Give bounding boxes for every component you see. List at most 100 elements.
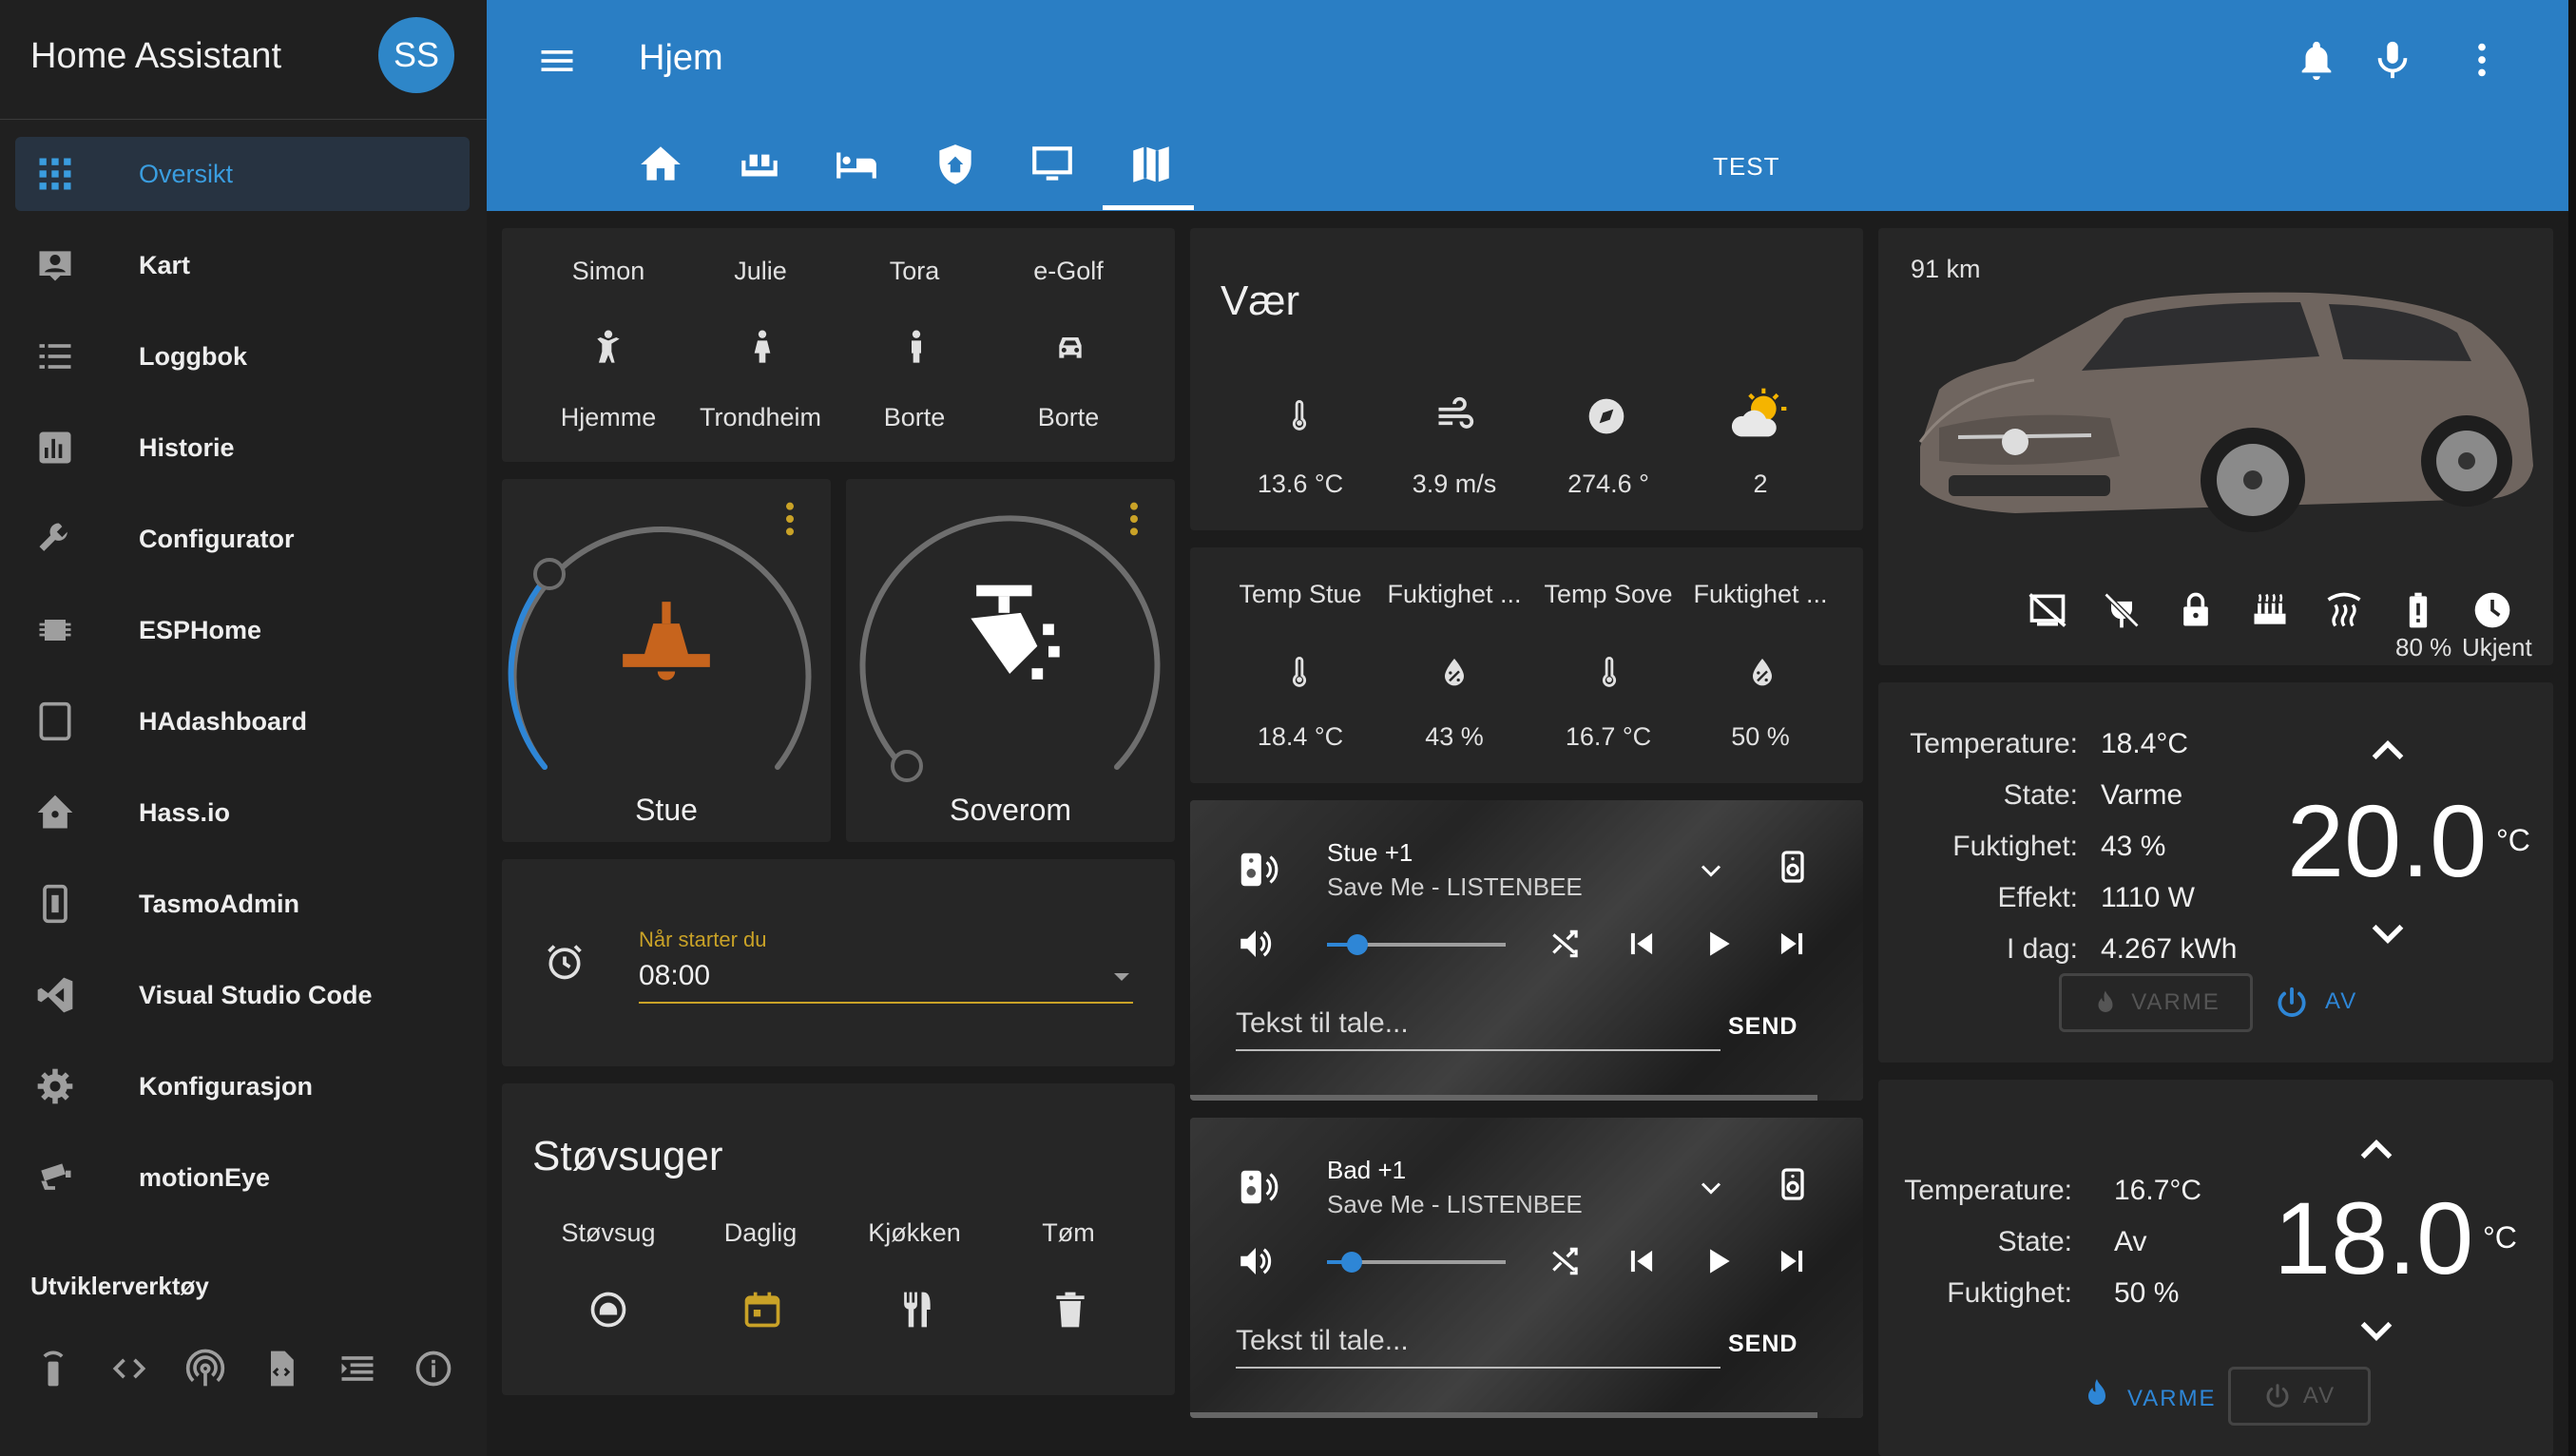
- light-name: Soverom: [949, 793, 1072, 827]
- format-list-icon[interactable]: [336, 1348, 378, 1389]
- thermostat-labels: Temperature: State: Fuktighet:: [1904, 1165, 2072, 1319]
- tab-bed-icon[interactable]: [833, 141, 880, 188]
- off-button[interactable]: AV: [2325, 988, 2357, 1015]
- chevron-down-icon[interactable]: [2367, 916, 2409, 950]
- app-title: Home Assistant: [30, 36, 281, 76]
- sidebar-item-tasmoadmin[interactable]: TasmoAdmin: [15, 867, 470, 941]
- weather-title: Vær: [1221, 278, 1300, 324]
- silverware-icon[interactable]: [895, 1289, 937, 1331]
- person-state: Borte: [1037, 403, 1100, 431]
- speaker-group-icon[interactable]: [1774, 1165, 1812, 1203]
- car-status: Ukjent: [2462, 633, 2532, 661]
- sidebar-item-oversikt[interactable]: Oversikt: [15, 137, 470, 211]
- developer-tools-title: Utviklerverktøy: [30, 1272, 209, 1300]
- chevron-down-icon[interactable]: [2355, 1313, 2397, 1348]
- attr-label: Fuktighet:: [1952, 831, 2078, 862]
- skip-previous-icon[interactable]: [1624, 926, 1660, 962]
- sidebar-item-hadashboard[interactable]: HAdashboard: [15, 684, 470, 758]
- shuffle-icon[interactable]: [1548, 926, 1584, 962]
- menu-icon[interactable]: [536, 40, 578, 82]
- volume-icon[interactable]: [1236, 924, 1276, 964]
- heat-mode-button[interactable]: VARME: [2127, 1386, 2217, 1412]
- broadcast-icon[interactable]: [184, 1348, 226, 1389]
- sidebar-item-vscode[interactable]: Visual Studio Code: [15, 958, 470, 1032]
- play-icon[interactable]: [1700, 1243, 1736, 1279]
- sidebar-item-label: Hass.io: [139, 797, 231, 827]
- tab-monitor-icon[interactable]: [1028, 141, 1076, 188]
- skip-previous-icon[interactable]: [1624, 1243, 1660, 1279]
- person-icon[interactable]: [743, 325, 781, 369]
- alarm-label: Når starter du: [639, 928, 767, 951]
- dial-handle[interactable]: [533, 558, 566, 590]
- tablet-icon: [39, 701, 71, 741]
- volume-knob[interactable]: [1346, 934, 1368, 955]
- tts-input[interactable]: Tekst til tale...: [1236, 1325, 1409, 1357]
- tab-test[interactable]: TEST: [1713, 152, 1779, 182]
- water-percent-icon[interactable]: [1435, 652, 1473, 694]
- chevron-down-icon[interactable]: [1694, 1171, 1728, 1205]
- volume-icon[interactable]: [1236, 1241, 1276, 1281]
- send-button[interactable]: SEND: [1728, 1331, 1797, 1358]
- tab-map-icon[interactable]: [1127, 141, 1175, 188]
- more-vertical-icon[interactable]: [783, 500, 797, 538]
- tab-sofa-icon[interactable]: [736, 141, 783, 188]
- spotlight-icon[interactable]: [949, 574, 1082, 707]
- skip-next-icon[interactable]: [1774, 926, 1810, 962]
- speaker-icon: [1240, 1170, 1278, 1204]
- water-percent-icon[interactable]: [1743, 652, 1781, 694]
- heat-mode-button[interactable]: VARME: [2059, 973, 2253, 1032]
- avatar[interactable]: SS: [378, 17, 454, 93]
- chevron-down-icon[interactable]: [1694, 853, 1728, 888]
- setpoint: 18.0: [2274, 1180, 2474, 1295]
- sidebar-item-configurator[interactable]: Configurator: [15, 502, 470, 576]
- player-name: Bad +1: [1327, 1156, 1407, 1184]
- tab-shield-home-icon[interactable]: [932, 141, 979, 188]
- sidebar-item-esphome[interactable]: ESPHome: [15, 593, 470, 667]
- sidebar-item-motioneye[interactable]: motionEye: [15, 1140, 470, 1215]
- file-code-icon[interactable]: [260, 1348, 302, 1389]
- sidebar-item-hassio[interactable]: Hass.io: [15, 776, 470, 850]
- person-icon[interactable]: [897, 325, 935, 369]
- ev-station-off-icon: [2028, 593, 2067, 627]
- thermostat-card: Temperature: State: Fuktighet: 16.7°C Av…: [1878, 1080, 2553, 1456]
- send-button[interactable]: SEND: [1728, 1013, 1797, 1041]
- fire-icon[interactable]: [2080, 1376, 2114, 1410]
- sidebar-item-historie[interactable]: Historie: [15, 411, 470, 485]
- sidebar-item-loggbok[interactable]: Loggbok: [15, 319, 470, 393]
- chip-icon: [39, 620, 71, 641]
- trash-icon[interactable]: [1049, 1289, 1091, 1331]
- car-icon[interactable]: [1051, 325, 1089, 369]
- microphone-icon[interactable]: [2371, 38, 2414, 82]
- thermometer-icon[interactable]: [1593, 652, 1625, 694]
- chevron-up-icon[interactable]: [2355, 1133, 2397, 1167]
- attr-value: 16.7°C: [2114, 1175, 2202, 1206]
- scrollbar[interactable]: [2568, 0, 2576, 1456]
- calendar-icon[interactable]: [741, 1289, 783, 1331]
- off-mode-button[interactable]: AV: [2228, 1367, 2371, 1426]
- person-home-icon[interactable]: [589, 325, 627, 369]
- chevron-up-icon[interactable]: [2367, 734, 2409, 768]
- shuffle-icon[interactable]: [1548, 1243, 1584, 1279]
- alarm-select[interactable]: 08:00: [639, 960, 710, 992]
- play-icon[interactable]: [1700, 926, 1736, 962]
- skip-next-icon[interactable]: [1774, 1243, 1810, 1279]
- dial-handle[interactable]: [891, 750, 923, 782]
- tab-home-icon[interactable]: [637, 141, 684, 188]
- car-defrost-icon: [2327, 592, 2361, 627]
- sidebar-item-konfigurasjon[interactable]: Konfigurasjon: [15, 1049, 470, 1123]
- robot-vacuum-icon[interactable]: [587, 1289, 629, 1331]
- info-icon[interactable]: [413, 1348, 454, 1389]
- sidebar-item-kart[interactable]: Kart: [15, 228, 470, 302]
- power-icon[interactable]: [2274, 985, 2310, 1021]
- thermometer-icon[interactable]: [1283, 652, 1316, 694]
- tts-input[interactable]: Tekst til tale...: [1236, 1007, 1409, 1040]
- progress-track: [1190, 1095, 1817, 1101]
- code-icon[interactable]: [108, 1348, 150, 1389]
- more-vertical-icon[interactable]: [1127, 500, 1141, 538]
- ceiling-light-icon[interactable]: [614, 593, 719, 698]
- bell-icon[interactable]: [2295, 38, 2338, 82]
- remote-icon[interactable]: [32, 1348, 74, 1389]
- more-vertical-icon[interactable]: [2460, 38, 2504, 82]
- chevron-down-icon[interactable]: [1110, 969, 1133, 985]
- speaker-group-icon[interactable]: [1774, 848, 1812, 886]
